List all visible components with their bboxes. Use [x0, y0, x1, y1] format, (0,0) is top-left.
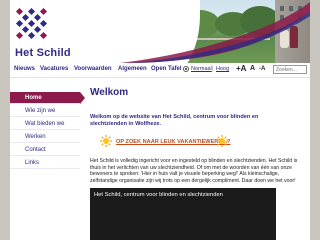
font-smaller-button[interactable]: -A: [259, 66, 265, 72]
sidebar-item-wat-bieden-we[interactable]: Wat bieden we: [10, 118, 80, 130]
sidebar-item-home[interactable]: Home: [10, 92, 85, 104]
nav-item-open-tafel[interactable]: Open Tafel: [151, 66, 182, 72]
sun-icon: [100, 135, 112, 147]
nav-item-voorwaarden[interactable]: Voorwaarden: [74, 66, 112, 72]
intro-text: Welkom op de website van Het Schild, cen…: [90, 114, 259, 127]
page: Het Schild Nieuws Vacatures Voorwaarden …: [10, 0, 310, 240]
contrast-normal-label[interactable]: Normaal: [191, 66, 212, 72]
contrast-separator: |: [212, 66, 214, 72]
contrast-normal-radio[interactable]: [183, 66, 189, 72]
sidebar-item-wie-zijn-we[interactable]: Wie zijn we: [10, 105, 80, 117]
video-player[interactable]: Het Schild, centrum voor blinden en slec…: [90, 188, 276, 240]
vacancy-link[interactable]: OP ZOEK NAAR LEUK VAKANTIEWERK...?: [116, 139, 230, 145]
site-logo-text[interactable]: Het Schild: [15, 47, 71, 59]
video-title[interactable]: Het Schild, centrum voor blinden en slec…: [94, 192, 223, 198]
contrast-high-label[interactable]: Hoog: [216, 66, 229, 72]
top-navigation: Nieuws Vacatures Voorwaarden Algemeen Op…: [10, 63, 310, 78]
font-default-button[interactable]: A: [250, 65, 255, 72]
nav-item-nieuws[interactable]: Nieuws: [14, 66, 35, 72]
sidebar-item-werken[interactable]: Werken: [10, 131, 80, 143]
sun-icon: [216, 135, 228, 147]
sidebar-item-contact[interactable]: Contact: [10, 144, 80, 156]
nav-item-vacatures[interactable]: Vacatures: [40, 66, 68, 72]
logo-icon[interactable]: [15, 7, 51, 43]
font-larger-button[interactable]: +A: [236, 64, 246, 73]
nav-item-algemeen[interactable]: Algemeen: [118, 66, 147, 72]
search-input[interactable]: [273, 65, 307, 74]
site-header: Het Schild: [10, 0, 310, 63]
sidebar-item-links[interactable]: Links: [10, 157, 80, 169]
welcome-paragraph: Het Schild is volledig ingericht voor en…: [90, 158, 298, 184]
page-title: Welkom: [90, 87, 129, 98]
